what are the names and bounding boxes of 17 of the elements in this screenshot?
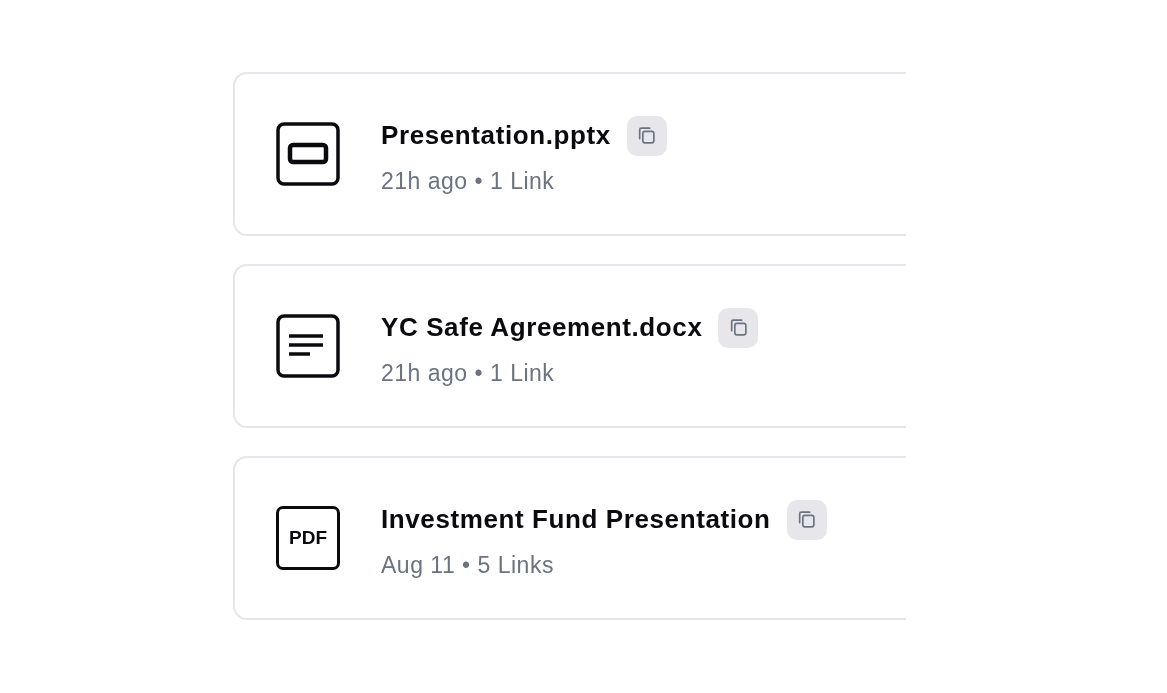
copy-button[interactable]	[626, 115, 667, 156]
slides-file-icon	[276, 122, 340, 186]
file-card[interactable]: YC Safe Agreement.docx 21h ago • 1 Link	[233, 264, 906, 428]
copy-icon	[636, 125, 658, 146]
file-name: Investment Fund Presentation	[381, 504, 771, 535]
copy-button[interactable]	[786, 499, 827, 540]
pdf-file-icon: PDF	[276, 506, 340, 570]
file-card[interactable]: PDF Investment Fund Presentation Aug 11 • 5 Links	[233, 456, 906, 620]
file-meta: 21h ago • 1 Link	[381, 359, 556, 387]
file-meta: Aug 11 • 5 Links	[381, 551, 555, 579]
file-meta: 21h ago • 1 Link	[381, 167, 556, 195]
file-name: YC Safe Agreement.docx	[381, 312, 703, 343]
document-file-icon	[276, 314, 340, 378]
file-card[interactable]: Presentation.pptx 21h ago • 1 Link	[233, 72, 906, 236]
copy-icon	[796, 509, 818, 530]
copy-button[interactable]	[718, 307, 759, 348]
file-name: Presentation.pptx	[381, 120, 611, 151]
